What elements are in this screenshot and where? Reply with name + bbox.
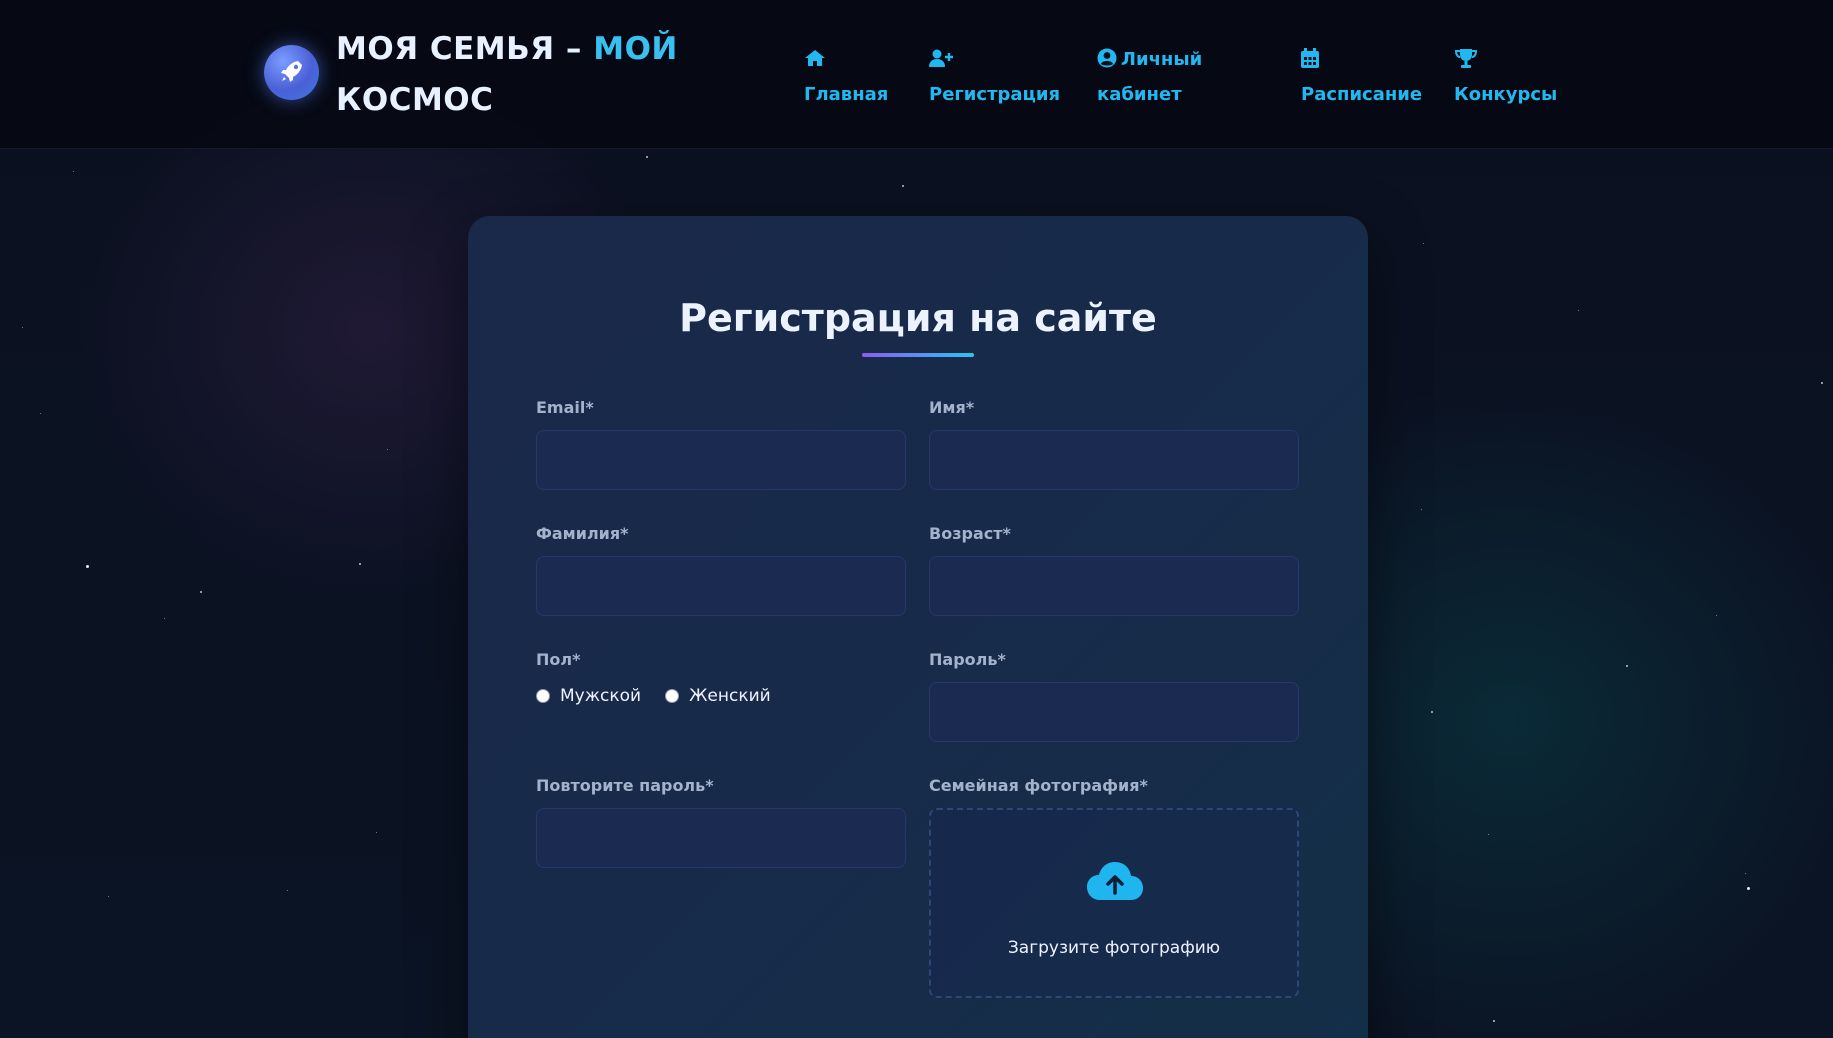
last-name-field[interactable] [536,556,906,616]
next-field-label-cutoff [536,1028,556,1038]
star [73,171,74,172]
star [376,832,377,833]
star [1745,873,1746,874]
nav-item-registration[interactable]: Регистрация [929,44,1060,111]
nav-item-account[interactable]: Личный кабинет [1097,44,1202,111]
star [22,327,23,328]
family-photo-label: Семейная фотография* [929,776,1148,795]
star [902,185,904,187]
gender-option-label: Женский [689,686,771,706]
nav-item-contests[interactable]: Конкурсы [1454,44,1557,111]
age-label: Возраст* [929,524,1011,543]
password-repeat-label: Повторите пароль* [536,776,714,795]
radio-male[interactable] [536,689,550,703]
site-title-line2: КОСМОС [336,82,494,118]
site-title-part1: МОЯ СЕМЬЯ – [336,31,594,67]
page-title: Регистрация на сайте [679,296,1157,340]
star [1421,509,1422,510]
nav-item-label: Регистрация [929,84,1061,105]
trophy-icon [1454,47,1478,79]
password-field[interactable] [929,682,1299,742]
star [1626,665,1628,667]
star [200,591,202,593]
upload-text: Загрузите фотографию [1007,938,1221,958]
last-name-label: Фамилия* [536,524,629,543]
home-icon [804,47,826,79]
star [1423,243,1424,244]
site-title-accent: МОЙ [593,31,678,67]
star [359,563,361,565]
star [1716,615,1717,616]
star [1747,887,1750,890]
photo-upload-area[interactable]: Загрузите фотографию [929,808,1299,998]
rocket-icon [278,57,306,89]
gender-label: Пол* [536,650,581,669]
star [108,896,109,897]
gender-option-label: Мужской [560,686,642,706]
star [287,890,288,891]
password-repeat-field[interactable] [536,808,906,868]
nav-item-label: Расписание [1301,84,1423,105]
first-name-field[interactable] [929,430,1299,490]
cloud-upload-icon [1086,860,1144,906]
site-header: МОЯ СЕМЬЯ – МОЙ КОСМОС Главная Регистрац… [0,0,1833,149]
gender-option-male[interactable]: Мужской [536,686,641,706]
star [1493,1020,1495,1022]
age-field[interactable] [929,556,1299,616]
nav-item-label-line1: Личный [1097,48,1202,70]
star [86,565,89,568]
calendar-icon [1301,47,1319,79]
nav-item-home[interactable]: Главная [804,44,888,111]
gender-option-female[interactable]: Женский [665,686,771,706]
star [387,449,388,450]
star [646,156,648,158]
first-name-label: Имя* [929,398,975,417]
user-plus-icon [929,47,955,79]
star [1821,382,1823,384]
star [164,618,165,619]
user-circle-icon [1097,47,1117,79]
nav-item-label: Главная [804,84,889,105]
page: МОЯ СЕМЬЯ – МОЙ КОСМОС Главная Регистрац… [0,0,1833,1038]
password-label: Пароль* [929,650,1006,669]
star [40,413,41,414]
star [1578,310,1579,311]
logo[interactable] [264,45,319,100]
title-underline [862,353,974,357]
nav-item-schedule[interactable]: Расписание [1301,44,1422,111]
star [1431,711,1433,713]
email-field[interactable] [536,430,906,490]
registration-card: Регистрация на сайте Email* Имя* Фамилия… [468,216,1368,1038]
gender-radio-group: Мужской Женский [536,686,795,706]
site-title[interactable]: МОЯ СЕМЬЯ – МОЙ КОСМОС [336,24,696,126]
nav-item-label: Конкурсы [1454,84,1558,105]
email-label: Email* [536,398,594,417]
star [1488,834,1489,835]
radio-female[interactable] [665,689,680,703]
nav-item-label-line2: кабинет [1097,84,1182,105]
